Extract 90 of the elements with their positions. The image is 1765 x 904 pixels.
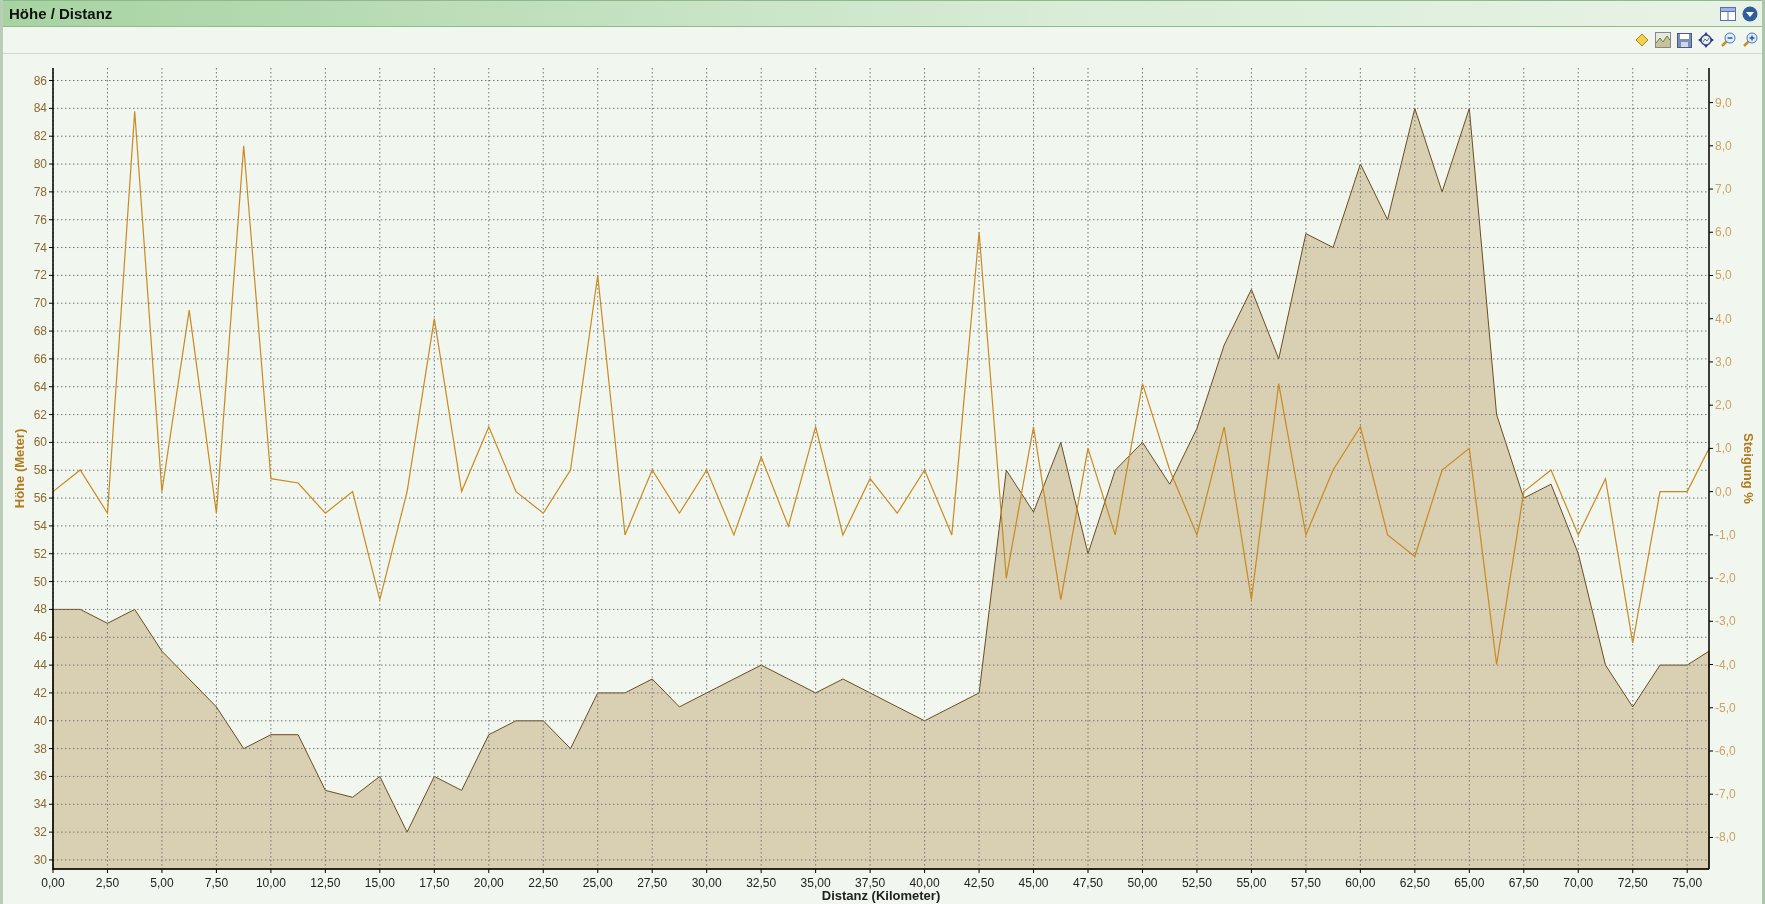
- y2-tick-label: 6,0: [1715, 225, 1732, 240]
- y-tick-label: 80: [33, 157, 47, 172]
- x-tick-label: 55,00: [1236, 876, 1267, 890]
- y-tick-label: 78: [33, 184, 47, 199]
- y2-tick-label: 8,0: [1715, 138, 1732, 153]
- y-tick-label: 36: [33, 769, 47, 784]
- x-tick-label: 70,00: [1563, 876, 1594, 890]
- y-tick-label: 76: [33, 212, 47, 227]
- y-axis-title: Höhe (Meter): [12, 428, 27, 509]
- y-tick-label: 50: [33, 574, 47, 589]
- x-tick-label: 52,50: [1181, 876, 1212, 890]
- x-tick-label: 50,00: [1127, 876, 1158, 890]
- x-tick-label: 5,00: [150, 876, 174, 890]
- y-tick-label: 84: [33, 101, 47, 116]
- y-tick-label: 66: [33, 351, 47, 366]
- y-tick-label: 74: [33, 240, 47, 255]
- x-tick-label: 72,50: [1617, 876, 1648, 890]
- x-tick-label: 67,50: [1508, 876, 1539, 890]
- x-tick-label: 10,00: [255, 876, 286, 890]
- x-tick-label: 75,00: [1672, 876, 1703, 890]
- y2-axis-title: Steigung %: [1741, 433, 1756, 504]
- y-tick-label: 60: [33, 435, 47, 450]
- y-tick-label: 40: [33, 713, 47, 728]
- x-tick-label: 15,00: [364, 876, 395, 890]
- diamond-icon[interactable]: [1635, 33, 1649, 48]
- y-tick-label: 64: [33, 379, 47, 394]
- y-tick-label: 62: [33, 407, 47, 422]
- y-tick-label: 82: [33, 129, 47, 144]
- y-tick-label: 34: [33, 797, 47, 812]
- x-tick-label: 2,50: [95, 876, 120, 890]
- x-tick-label: 12,50: [310, 876, 341, 890]
- y2-tick-label: 0,0: [1715, 484, 1732, 499]
- x-tick-label: 62,50: [1399, 876, 1430, 890]
- y-tick-label: 54: [33, 518, 47, 533]
- y2-tick-label: 2,0: [1715, 398, 1732, 413]
- y2-tick-label: -7,0: [1715, 787, 1736, 802]
- y2-tick-label: -8,0: [1715, 830, 1736, 845]
- x-tick-label: 65,00: [1454, 876, 1485, 890]
- x-tick-label: 32,50: [746, 876, 777, 890]
- x-tick-label: 7,50: [204, 876, 229, 890]
- y2-tick-label: -4,0: [1715, 657, 1736, 672]
- y-tick-label: 70: [33, 296, 47, 311]
- x-axis-title: Distanz (Kilometer): [821, 888, 941, 903]
- dropdown-icon[interactable]: [1742, 5, 1758, 22]
- x-tick-label: 42,50: [964, 876, 995, 890]
- y2-tick-label: 1,0: [1715, 441, 1732, 456]
- y2-tick-label: -6,0: [1715, 744, 1736, 758]
- y2-tick-label: -5,0: [1715, 700, 1736, 715]
- area-chart-icon[interactable]: [1655, 32, 1671, 49]
- y-tick-label: 68: [33, 324, 47, 339]
- x-tick-label: 17,50: [419, 876, 450, 890]
- y-tick-label: 38: [33, 741, 47, 756]
- y-tick-label: 46: [33, 630, 47, 645]
- y-tick-label: 58: [33, 463, 47, 478]
- save-icon[interactable]: [1677, 32, 1692, 48]
- y2-tick-label: 7,0: [1715, 182, 1732, 197]
- y-tick-label: 30: [33, 852, 47, 867]
- zoom-in-icon[interactable]: [1742, 32, 1758, 49]
- y2-tick-label: 9,0: [1715, 95, 1732, 110]
- x-tick-label: 0,00: [41, 876, 65, 890]
- y-tick-label: 48: [33, 602, 47, 617]
- x-tick-label: 47,50: [1073, 876, 1103, 890]
- y-tick-label: 86: [33, 73, 47, 88]
- x-tick-label: 37,50: [855, 876, 886, 890]
- x-tick-label: 22,50: [528, 876, 559, 890]
- x-tick-label: 30,00: [691, 876, 722, 890]
- x-tick-label: 27,50: [637, 876, 668, 890]
- y2-tick-label: 4,0: [1715, 311, 1732, 326]
- y-tick-label: 44: [33, 658, 47, 673]
- y2-tick-label: -1,0: [1715, 527, 1736, 542]
- x-tick-label: 20,00: [473, 876, 504, 890]
- y-tick-label: 52: [33, 546, 47, 561]
- y2-tick-label: -3,0: [1715, 614, 1736, 629]
- y-tick-label: 42: [33, 685, 47, 700]
- x-tick-label: 25,00: [582, 876, 613, 890]
- y-tick-label: 32: [33, 825, 47, 840]
- x-tick-label: 40,00: [909, 876, 940, 890]
- y2-tick-label: 5,0: [1715, 268, 1732, 283]
- x-tick-label: 35,00: [800, 876, 831, 890]
- zoom-out-icon[interactable]: [1720, 32, 1736, 49]
- y2-tick-label: 3,0: [1715, 354, 1732, 369]
- panel-title: Höhe / Distanz: [9, 5, 113, 23]
- y-tick-label: 56: [33, 491, 47, 506]
- x-tick-label: 57,50: [1290, 876, 1321, 890]
- x-tick-label: 60,00: [1345, 876, 1376, 890]
- fit-view-icon[interactable]: [1698, 32, 1714, 49]
- y2-tick-label: -2,0: [1715, 571, 1736, 586]
- y-tick-label: 72: [33, 268, 47, 283]
- layout-icon[interactable]: [1720, 6, 1736, 21]
- x-tick-label: 45,00: [1018, 876, 1049, 890]
